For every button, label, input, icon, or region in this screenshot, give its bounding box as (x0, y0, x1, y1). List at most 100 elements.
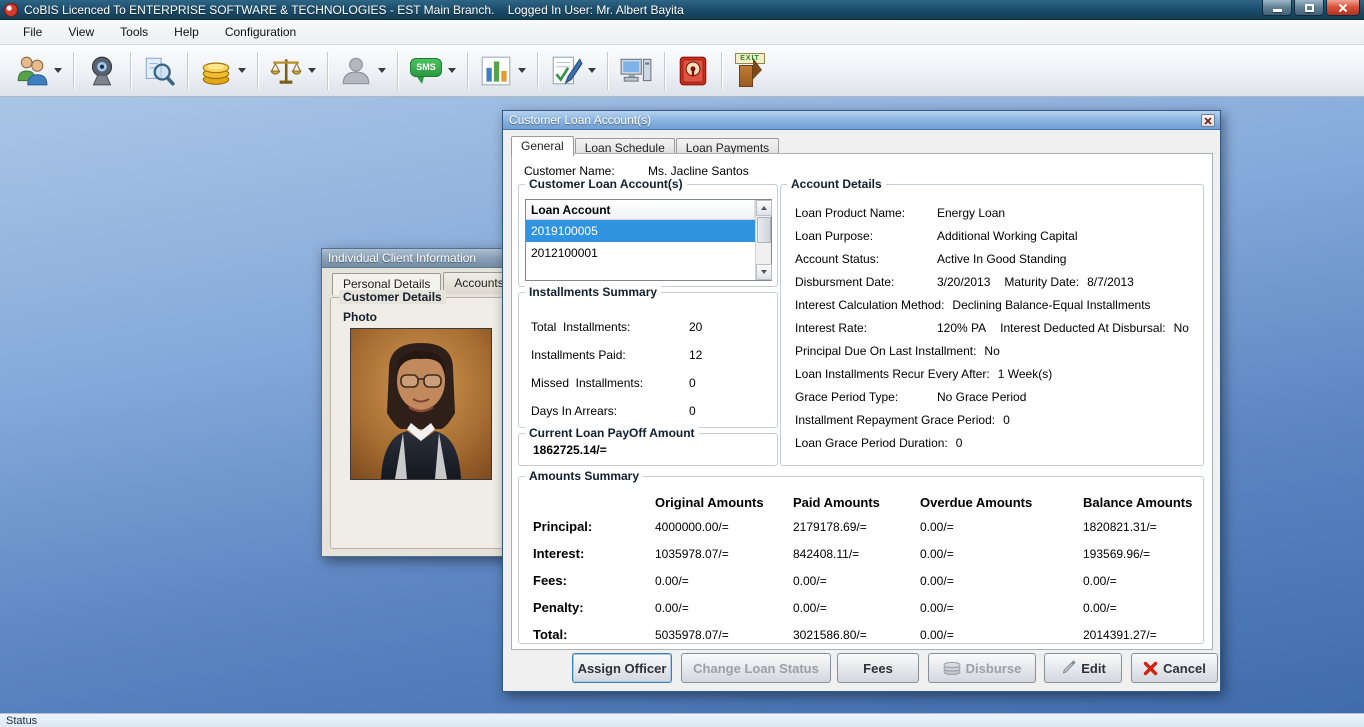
edit-button[interactable]: Edit (1044, 653, 1122, 683)
disburse-button[interactable]: Disburse (928, 653, 1036, 683)
menu-file[interactable]: File (12, 22, 53, 42)
amount-cell: 0.00/= (655, 574, 793, 588)
app-logo-icon (4, 3, 18, 17)
loan-window-close-button[interactable] (1201, 114, 1215, 127)
customer-name-label: Customer Name: (524, 164, 648, 178)
loan-window-titlebar[interactable]: Customer Loan Account(s) (503, 111, 1220, 130)
loan-window-close-icon (1204, 117, 1212, 125)
loan-account-row[interactable]: 2012100001 (526, 242, 755, 264)
officer-toolbar-button[interactable] (334, 49, 391, 93)
approvals-toolbar-button[interactable] (544, 49, 601, 93)
amount-cell: 0.00/= (920, 574, 1083, 588)
menu-tools[interactable]: Tools (109, 22, 159, 42)
amount-cell: 0.00/= (793, 601, 920, 615)
customer-photo-image (351, 329, 491, 479)
app-titlebar[interactable]: CoBIS Licenced To ENTERPRISE SOFTWARE & … (0, 0, 1364, 20)
stat-value: 0 (689, 376, 696, 390)
scrollbar-thumb[interactable] (757, 217, 771, 243)
detail-value: 1 Week(s) (998, 367, 1052, 381)
row-label: Total: (533, 627, 655, 642)
status-text: Status (6, 715, 37, 727)
detail-value: 8/7/2013 (1087, 275, 1134, 289)
amount-cell: 0.00/= (655, 601, 793, 615)
clients-toolbar-button[interactable] (10, 49, 67, 93)
tab-general[interactable]: General (511, 136, 574, 156)
detail-label: Maturity Date: (1004, 275, 1087, 289)
detail-row: Loan Grace Period Duration: 0 (795, 431, 1197, 454)
menu-view[interactable]: View (57, 22, 105, 42)
sms-icon-text: SMS (416, 62, 436, 72)
stat-value: 0 (689, 404, 696, 418)
exit-door-icon: EXIT (733, 53, 767, 89)
detail-value: No (984, 344, 999, 358)
amount-cell: 0.00/= (1083, 601, 1199, 615)
amount-cell: 3021586.80/= (793, 628, 920, 642)
sms-toolbar-button[interactable]: SMS (404, 49, 461, 93)
amount-cell: 0.00/= (793, 574, 920, 588)
amount-cell: 0.00/= (920, 520, 1083, 534)
stat-label: Total Installments: (531, 320, 689, 334)
scroll-down-button[interactable] (756, 264, 772, 280)
mdi-desktop: Individual Client Information Personal D… (0, 97, 1364, 713)
row-label: Interest: (533, 546, 655, 561)
vault-lock-icon (676, 54, 710, 88)
scales-toolbar-button[interactable] (264, 49, 321, 93)
loan-account-row[interactable]: 2019100005 (526, 220, 755, 242)
loan-account-column-header[interactable]: Loan Account (526, 200, 755, 220)
edit-button-label: Edit (1081, 661, 1106, 676)
statusbar: Status (0, 713, 1364, 727)
menu-help[interactable]: Help (163, 22, 210, 42)
installment-stat-row: Missed Installments: 0 (531, 369, 769, 397)
amount-cell: 0.00/= (920, 601, 1083, 615)
cancel-button[interactable]: Cancel (1131, 653, 1218, 683)
menu-configuration[interactable]: Configuration (214, 22, 307, 42)
chart-icon (479, 54, 513, 88)
reports-toolbar-button[interactable] (474, 49, 531, 93)
money-icon (199, 54, 233, 88)
search-toolbar-button[interactable] (137, 49, 181, 93)
workstation-toolbar-button[interactable] (614, 49, 658, 93)
dropdown-arrow-icon (238, 68, 246, 73)
toolbar-separator (257, 52, 258, 90)
change-loan-status-button[interactable]: Change Loan Status (681, 653, 831, 683)
list-scrollbar[interactable] (755, 200, 771, 280)
customer-photo (350, 328, 492, 480)
cancel-button-label: Cancel (1163, 661, 1206, 676)
detail-value: 3/20/2013 (937, 275, 990, 289)
toolbar-separator (73, 52, 74, 90)
webcam-toolbar-button[interactable] (80, 49, 124, 93)
amount-cell: 2179178.69/= (793, 520, 920, 534)
scroll-down-icon (761, 270, 767, 274)
dropdown-arrow-icon (54, 68, 62, 73)
amount-cell: 0.00/= (920, 628, 1083, 642)
detail-label: Account Status: (795, 252, 937, 266)
amounts-row-principal: Principal: 4000000.00/= 2179178.69/= 0.0… (533, 513, 1199, 540)
minimize-button[interactable] (1262, 0, 1292, 16)
toolbar-separator (664, 52, 665, 90)
exit-toolbar-button[interactable]: EXIT (728, 49, 772, 93)
installments-summary-group: Installments Summary Total Installments:… (518, 292, 778, 428)
assign-officer-button[interactable]: Assign Officer (572, 653, 672, 683)
general-tab-page: Customer Name: Ms. Jacline Santos Custom… (511, 153, 1213, 650)
dropdown-arrow-icon (378, 68, 386, 73)
stat-label: Days In Arrears: (531, 404, 689, 418)
detail-row: Loan Purpose: Additional Working Capital (795, 224, 1197, 247)
detail-value: Active In Good Standing (937, 252, 1066, 266)
loan-window-button-bar: Assign Officer Change Loan Status Fees D… (503, 653, 1222, 687)
detail-label: Disbursment Date: (795, 275, 937, 289)
maximize-icon (1305, 4, 1314, 12)
computer-icon (619, 54, 653, 88)
person-icon (339, 54, 373, 88)
detail-value: 120% PA (937, 321, 986, 335)
fees-button[interactable]: Fees (837, 653, 919, 683)
loan-account-list-body: Loan Account 2019100005 2012100001 (526, 200, 755, 280)
client-window-title: Individual Client Information (328, 251, 476, 265)
installments-rows: Total Installments: 20 Installments Paid… (531, 313, 769, 425)
scroll-up-button[interactable] (756, 200, 772, 216)
detail-value: 0 (956, 436, 963, 450)
window-controls (1262, 0, 1360, 16)
money-toolbar-button[interactable] (194, 49, 251, 93)
maximize-button[interactable] (1294, 0, 1324, 16)
close-button[interactable] (1326, 0, 1360, 16)
vault-toolbar-button[interactable] (671, 49, 715, 93)
